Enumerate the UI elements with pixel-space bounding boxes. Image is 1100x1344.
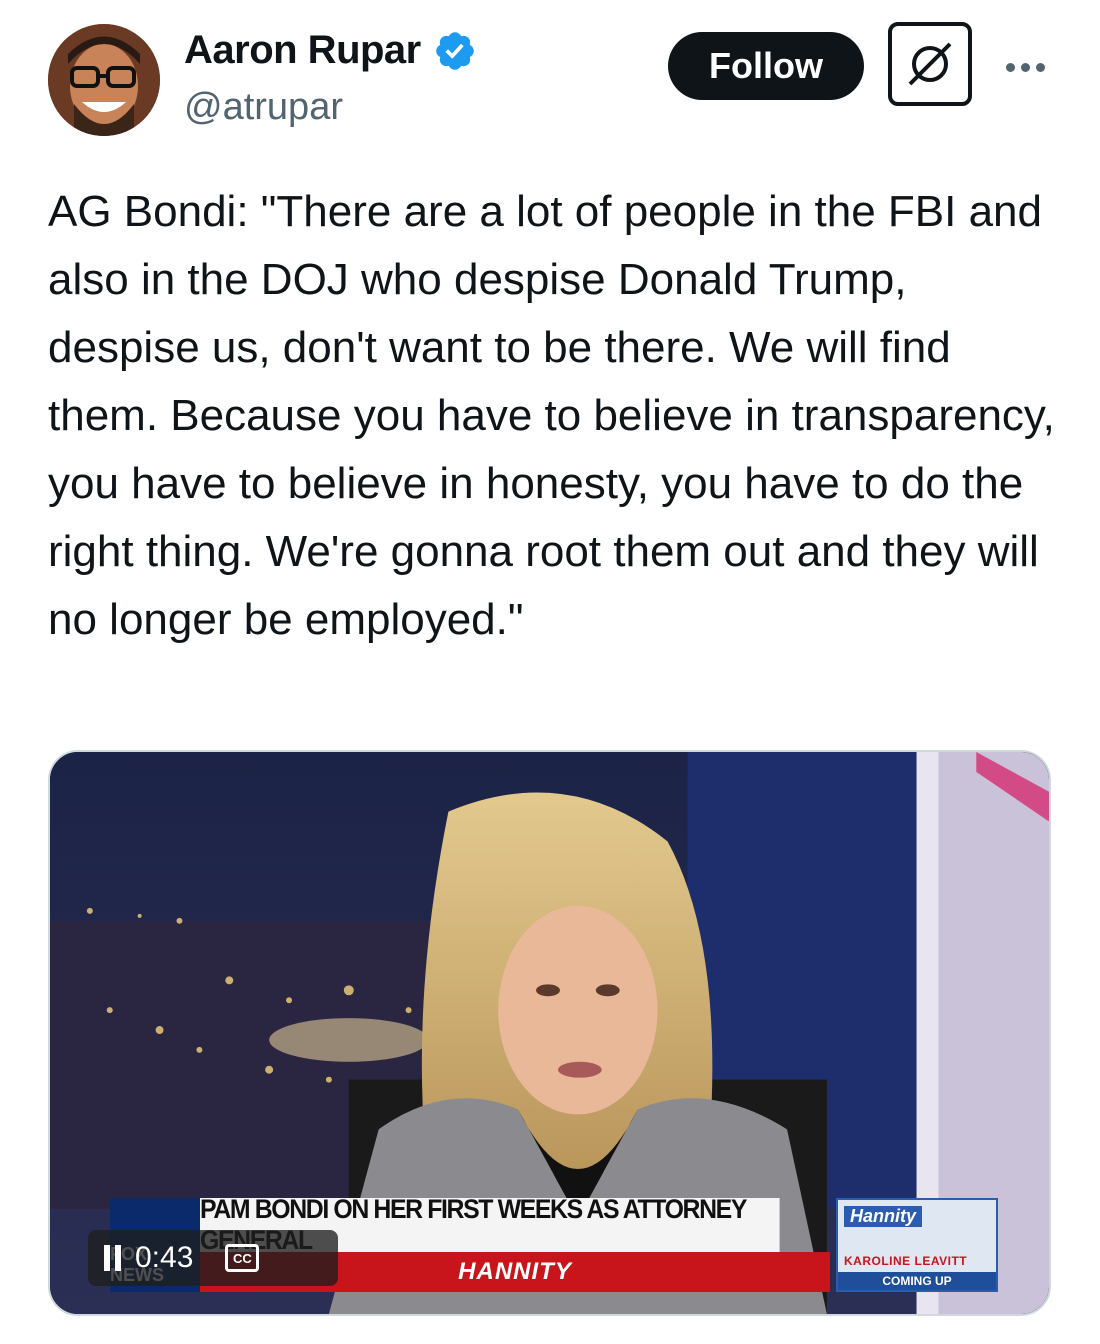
follow-button[interactable]: Follow — [668, 32, 864, 100]
tweet-text: AG Bondi: "There are a lot of people in … — [48, 187, 1055, 644]
video-player[interactable]: FOX NEWS PAM BONDI ON HER FIRST WEEKS AS… — [48, 750, 1051, 1316]
pause-icon[interactable] — [104, 1245, 121, 1271]
verified-badge-icon — [435, 31, 474, 70]
author-handle[interactable]: @atrupar — [184, 86, 343, 129]
closed-captions-icon[interactable]: CC — [225, 1244, 260, 1272]
avatar[interactable] — [48, 24, 160, 136]
more-dots-icon[interactable] — [1000, 52, 1050, 82]
author-name-row: Aaron Rupar — [184, 28, 477, 73]
video-controls: 0:43 CC — [88, 1230, 338, 1286]
video-elapsed-time: 0:43 — [135, 1241, 194, 1274]
avatar-photo — [48, 24, 160, 136]
coming-up-promo: Hannity KAROLINE LEAVITT COMING UP — [836, 1198, 998, 1292]
author-display-name[interactable]: Aaron Rupar — [184, 28, 421, 73]
grok-button[interactable] — [888, 22, 972, 106]
grok-icon — [908, 42, 952, 86]
promo-show-name: Hannity — [844, 1206, 923, 1227]
promo-guest-name: KAROLINE LEAVITT — [844, 1254, 968, 1268]
promo-coming-up: COMING UP — [838, 1272, 996, 1290]
